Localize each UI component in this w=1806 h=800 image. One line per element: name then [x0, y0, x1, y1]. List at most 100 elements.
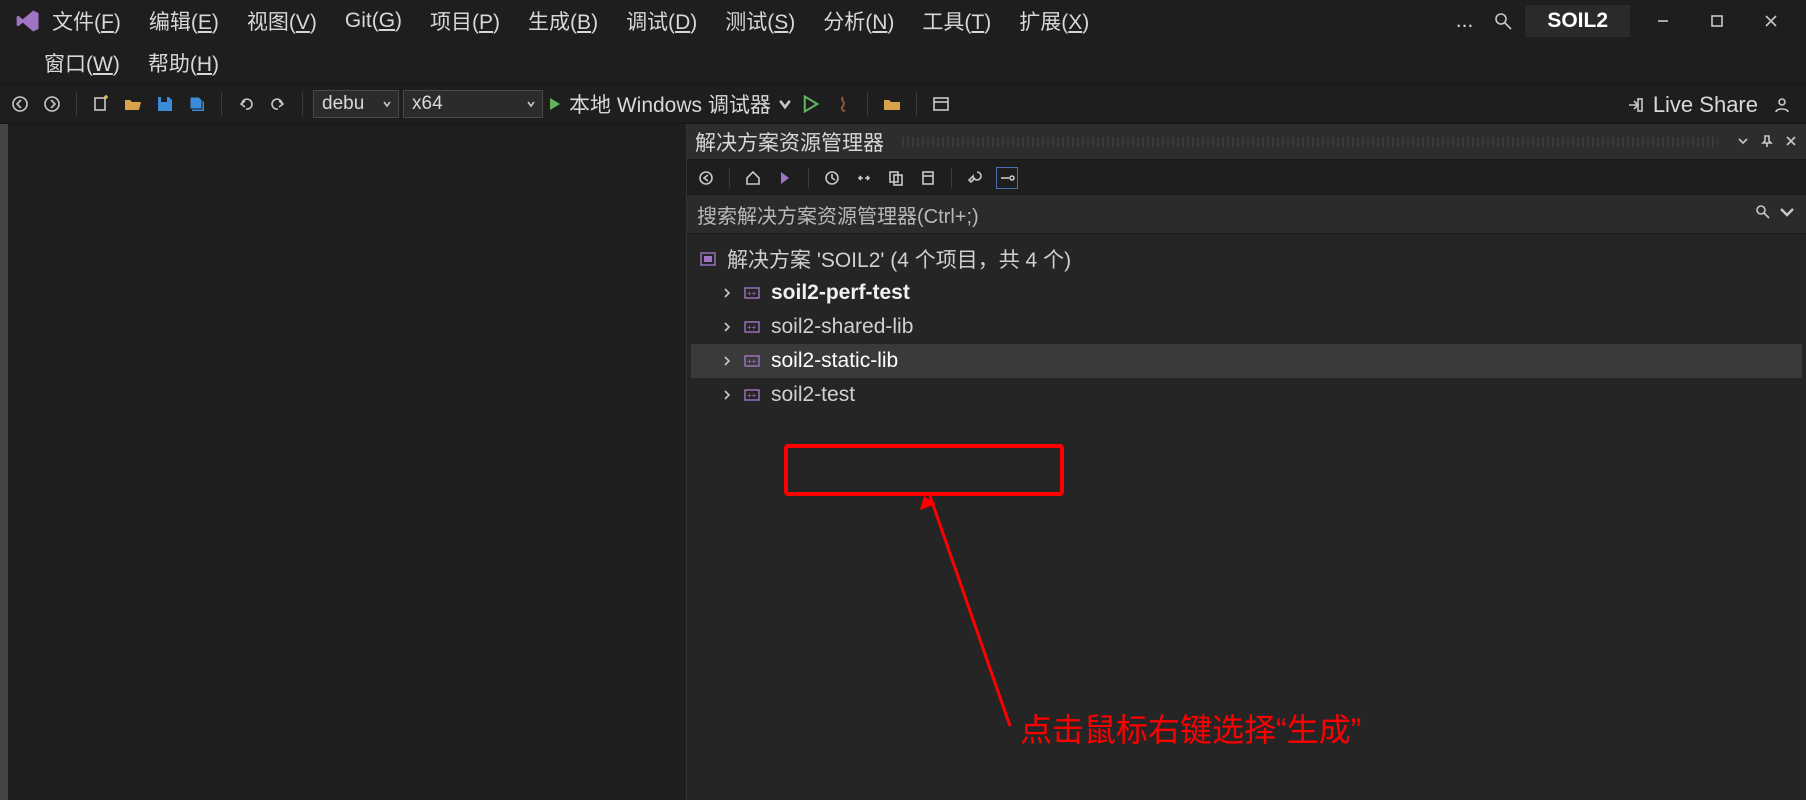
annotation-text: 点击鼠标右键选择“生成”: [1020, 705, 1361, 751]
project-icon: ++: [743, 318, 761, 336]
project-node-soil2-perf-test[interactable]: ++ soil2-perf-test: [691, 276, 1802, 310]
menu-test[interactable]: 测试(S): [725, 6, 795, 36]
start-without-debug-icon[interactable]: [797, 90, 825, 118]
main-menu: 文件(F) 编辑(E) 视图(V) Git(G) 项目(P) 生成(B) 调试(…: [52, 6, 1089, 36]
visual-studio-logo-icon: [14, 7, 42, 35]
toolbar-separator: [302, 92, 303, 116]
toolbar-separator: [221, 92, 222, 116]
title-right: ... SOIL2: [1448, 5, 1806, 37]
menu-analyze[interactable]: 分析(N): [823, 6, 894, 36]
toolbar-separator: [951, 168, 952, 188]
new-item-icon[interactable]: [87, 90, 115, 118]
menu-window[interactable]: 窗口(W): [44, 48, 120, 78]
svg-text:++: ++: [747, 289, 757, 298]
window-layout-icon[interactable]: [927, 90, 955, 118]
expander-icon[interactable]: [721, 287, 733, 299]
svg-text:++: ++: [747, 323, 757, 332]
solution-node[interactable]: 解决方案 'SOIL2' (4 个项目，共 4 个): [691, 242, 1802, 276]
project-node-soil2-test[interactable]: ++ soil2-test: [691, 378, 1802, 412]
start-debugging-button[interactable]: 本地 Windows 调试器: [547, 89, 793, 119]
menu-debug[interactable]: 调试(D): [626, 6, 697, 36]
menu-view[interactable]: 视图(V): [247, 6, 317, 36]
toolbar-separator: [808, 168, 809, 188]
sync-icon[interactable]: [853, 167, 875, 189]
main-menu-row2: 窗口(W) 帮助(H): [0, 42, 1806, 84]
config-dropdown-value: debu: [322, 93, 364, 115]
window-maximize-button[interactable]: [1696, 6, 1738, 36]
search-icon[interactable]: [1493, 11, 1513, 31]
body: 解决方案资源管理器 搜索解决方案资源管理器(Ctrl+;): [0, 124, 1806, 800]
expander-icon[interactable]: [721, 389, 733, 401]
window-close-button[interactable]: [1750, 6, 1792, 36]
panel-grip: [902, 137, 1718, 147]
refresh-icon[interactable]: [917, 167, 939, 189]
window-minimize-button[interactable]: [1642, 6, 1684, 36]
panel-close-icon[interactable]: [1784, 130, 1798, 154]
project-label: soil2-perf-test: [771, 281, 910, 305]
menu-tools[interactable]: 工具(T): [922, 6, 991, 36]
properties-icon[interactable]: [964, 167, 986, 189]
menu-file[interactable]: 文件(F): [52, 6, 121, 36]
menu-git[interactable]: Git(G): [345, 9, 402, 33]
redo-icon[interactable]: [264, 90, 292, 118]
expander-icon[interactable]: [721, 355, 733, 367]
project-icon: ++: [743, 386, 761, 404]
save-icon[interactable]: [151, 90, 179, 118]
history-icon[interactable]: [821, 167, 843, 189]
nav-forward-icon[interactable]: [38, 90, 66, 118]
solution-name-label: SOIL2: [1525, 5, 1630, 37]
project-icon: ++: [743, 284, 761, 302]
solution-explorer-title-label: 解决方案资源管理器: [695, 127, 884, 157]
menu-edit[interactable]: 编辑(E): [149, 6, 219, 36]
solution-explorer-panel: 解决方案资源管理器 搜索解决方案资源管理器(Ctrl+;): [686, 124, 1806, 800]
hot-reload-icon[interactable]: [829, 90, 857, 118]
solution-explorer-title-bar[interactable]: 解决方案资源管理器: [687, 124, 1806, 160]
platform-dropdown[interactable]: x64: [403, 90, 543, 118]
project-label: soil2-test: [771, 383, 855, 407]
solution-icon: [699, 250, 717, 268]
show-all-files-icon[interactable]: [885, 167, 907, 189]
folder-view-icon[interactable]: [878, 90, 906, 118]
expander-icon[interactable]: [721, 321, 733, 333]
nav-back-icon[interactable]: [6, 90, 34, 118]
switch-views-icon[interactable]: [774, 167, 796, 189]
menu-help[interactable]: 帮助(H): [148, 48, 219, 78]
solution-explorer-toolbar: [687, 160, 1806, 196]
panel-pin-icon[interactable]: [1760, 130, 1774, 154]
home-icon[interactable]: [742, 167, 764, 189]
title-bar: 文件(F) 编辑(E) 视图(V) Git(G) 项目(P) 生成(B) 调试(…: [0, 0, 1806, 42]
solution-label: 解决方案 'SOIL2' (4 个项目，共 4 个): [727, 244, 1071, 274]
solution-tree: 解决方案 'SOIL2' (4 个项目，共 4 个) ++ soil2-perf…: [687, 234, 1806, 420]
toolbar-separator: [916, 92, 917, 116]
solution-explorer-search-placeholder: 搜索解决方案资源管理器(Ctrl+;): [697, 200, 979, 229]
collapse-all-icon[interactable]: [695, 167, 717, 189]
project-label: soil2-shared-lib: [771, 315, 913, 339]
live-share-label: Live Share: [1653, 92, 1758, 118]
save-all-icon[interactable]: [183, 90, 211, 118]
svg-text:++: ++: [747, 391, 757, 400]
open-folder-icon[interactable]: [119, 90, 147, 118]
search-dropdown-icon[interactable]: [1778, 203, 1796, 227]
panel-dropdown-icon[interactable]: [1736, 130, 1750, 154]
undo-icon[interactable]: [232, 90, 260, 118]
toolbar-right: Live Share: [1625, 85, 1796, 125]
project-node-soil2-static-lib[interactable]: ++ soil2-static-lib: [691, 344, 1802, 378]
menu-extensions[interactable]: 扩展(X): [1019, 6, 1089, 36]
solution-explorer-search[interactable]: 搜索解决方案资源管理器(Ctrl+;): [687, 196, 1806, 234]
config-dropdown[interactable]: debu: [313, 90, 399, 118]
toolbar-separator: [76, 92, 77, 116]
project-node-soil2-shared-lib[interactable]: ++ soil2-shared-lib: [691, 310, 1802, 344]
left-gutter[interactable]: [0, 124, 8, 800]
project-label: soil2-static-lib: [771, 349, 898, 373]
toolbar-separator: [867, 92, 868, 116]
menu-build[interactable]: 生成(B): [528, 6, 598, 36]
menu-project[interactable]: 项目(P): [430, 6, 500, 36]
account-icon[interactable]: [1768, 91, 1796, 119]
main-toolbar: debu x64 本地 Windows 调试器 Live Share: [0, 84, 1806, 124]
svg-text:++: ++: [747, 357, 757, 366]
live-share-button[interactable]: Live Share: [1625, 92, 1758, 118]
preview-selected-icon[interactable]: [996, 167, 1018, 189]
start-debugging-label: 本地 Windows 调试器: [569, 89, 771, 119]
search-icon: [1754, 203, 1772, 227]
menu-overflow[interactable]: ...: [1448, 7, 1482, 35]
